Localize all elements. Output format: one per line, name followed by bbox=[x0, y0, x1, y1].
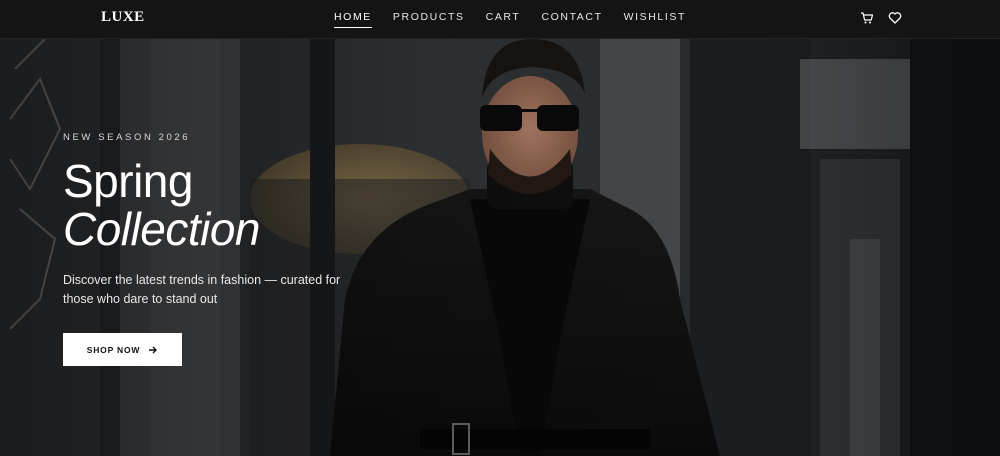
cart-icon[interactable] bbox=[860, 11, 874, 25]
hero-title-line1: Spring bbox=[63, 155, 193, 207]
nav-link-contact[interactable]: CONTACT bbox=[541, 11, 602, 28]
brand-logo[interactable]: LUXE bbox=[101, 9, 145, 26]
hero-description: Discover the latest trends in fashion — … bbox=[63, 273, 341, 306]
nav-link-home[interactable]: HOME bbox=[334, 11, 372, 28]
heart-icon[interactable] bbox=[888, 11, 902, 25]
main-nav: HOME PRODUCTS CART CONTACT WISHLIST bbox=[334, 11, 707, 28]
nav-link-wishlist[interactable]: WISHLIST bbox=[624, 11, 686, 28]
nav-link-cart[interactable]: CART bbox=[486, 11, 521, 28]
top-navbar: LUXE HOME PRODUCTS CART CONTACT WISHLIST bbox=[0, 0, 1000, 39]
hero-eyebrow: NEW SEASON 2026 bbox=[63, 132, 191, 143]
hero-title-line2: Collection bbox=[63, 203, 261, 255]
shop-now-label: SHOP NOW bbox=[86, 344, 141, 355]
shop-now-button[interactable]: SHOP NOW bbox=[63, 333, 182, 366]
hero-banner: NEW SEASON 2026 Spring Collection Discov… bbox=[0, 39, 1000, 456]
nav-icons bbox=[860, 11, 902, 25]
arrow-right-icon bbox=[148, 345, 158, 355]
nav-link-products[interactable]: PRODUCTS bbox=[393, 11, 465, 28]
